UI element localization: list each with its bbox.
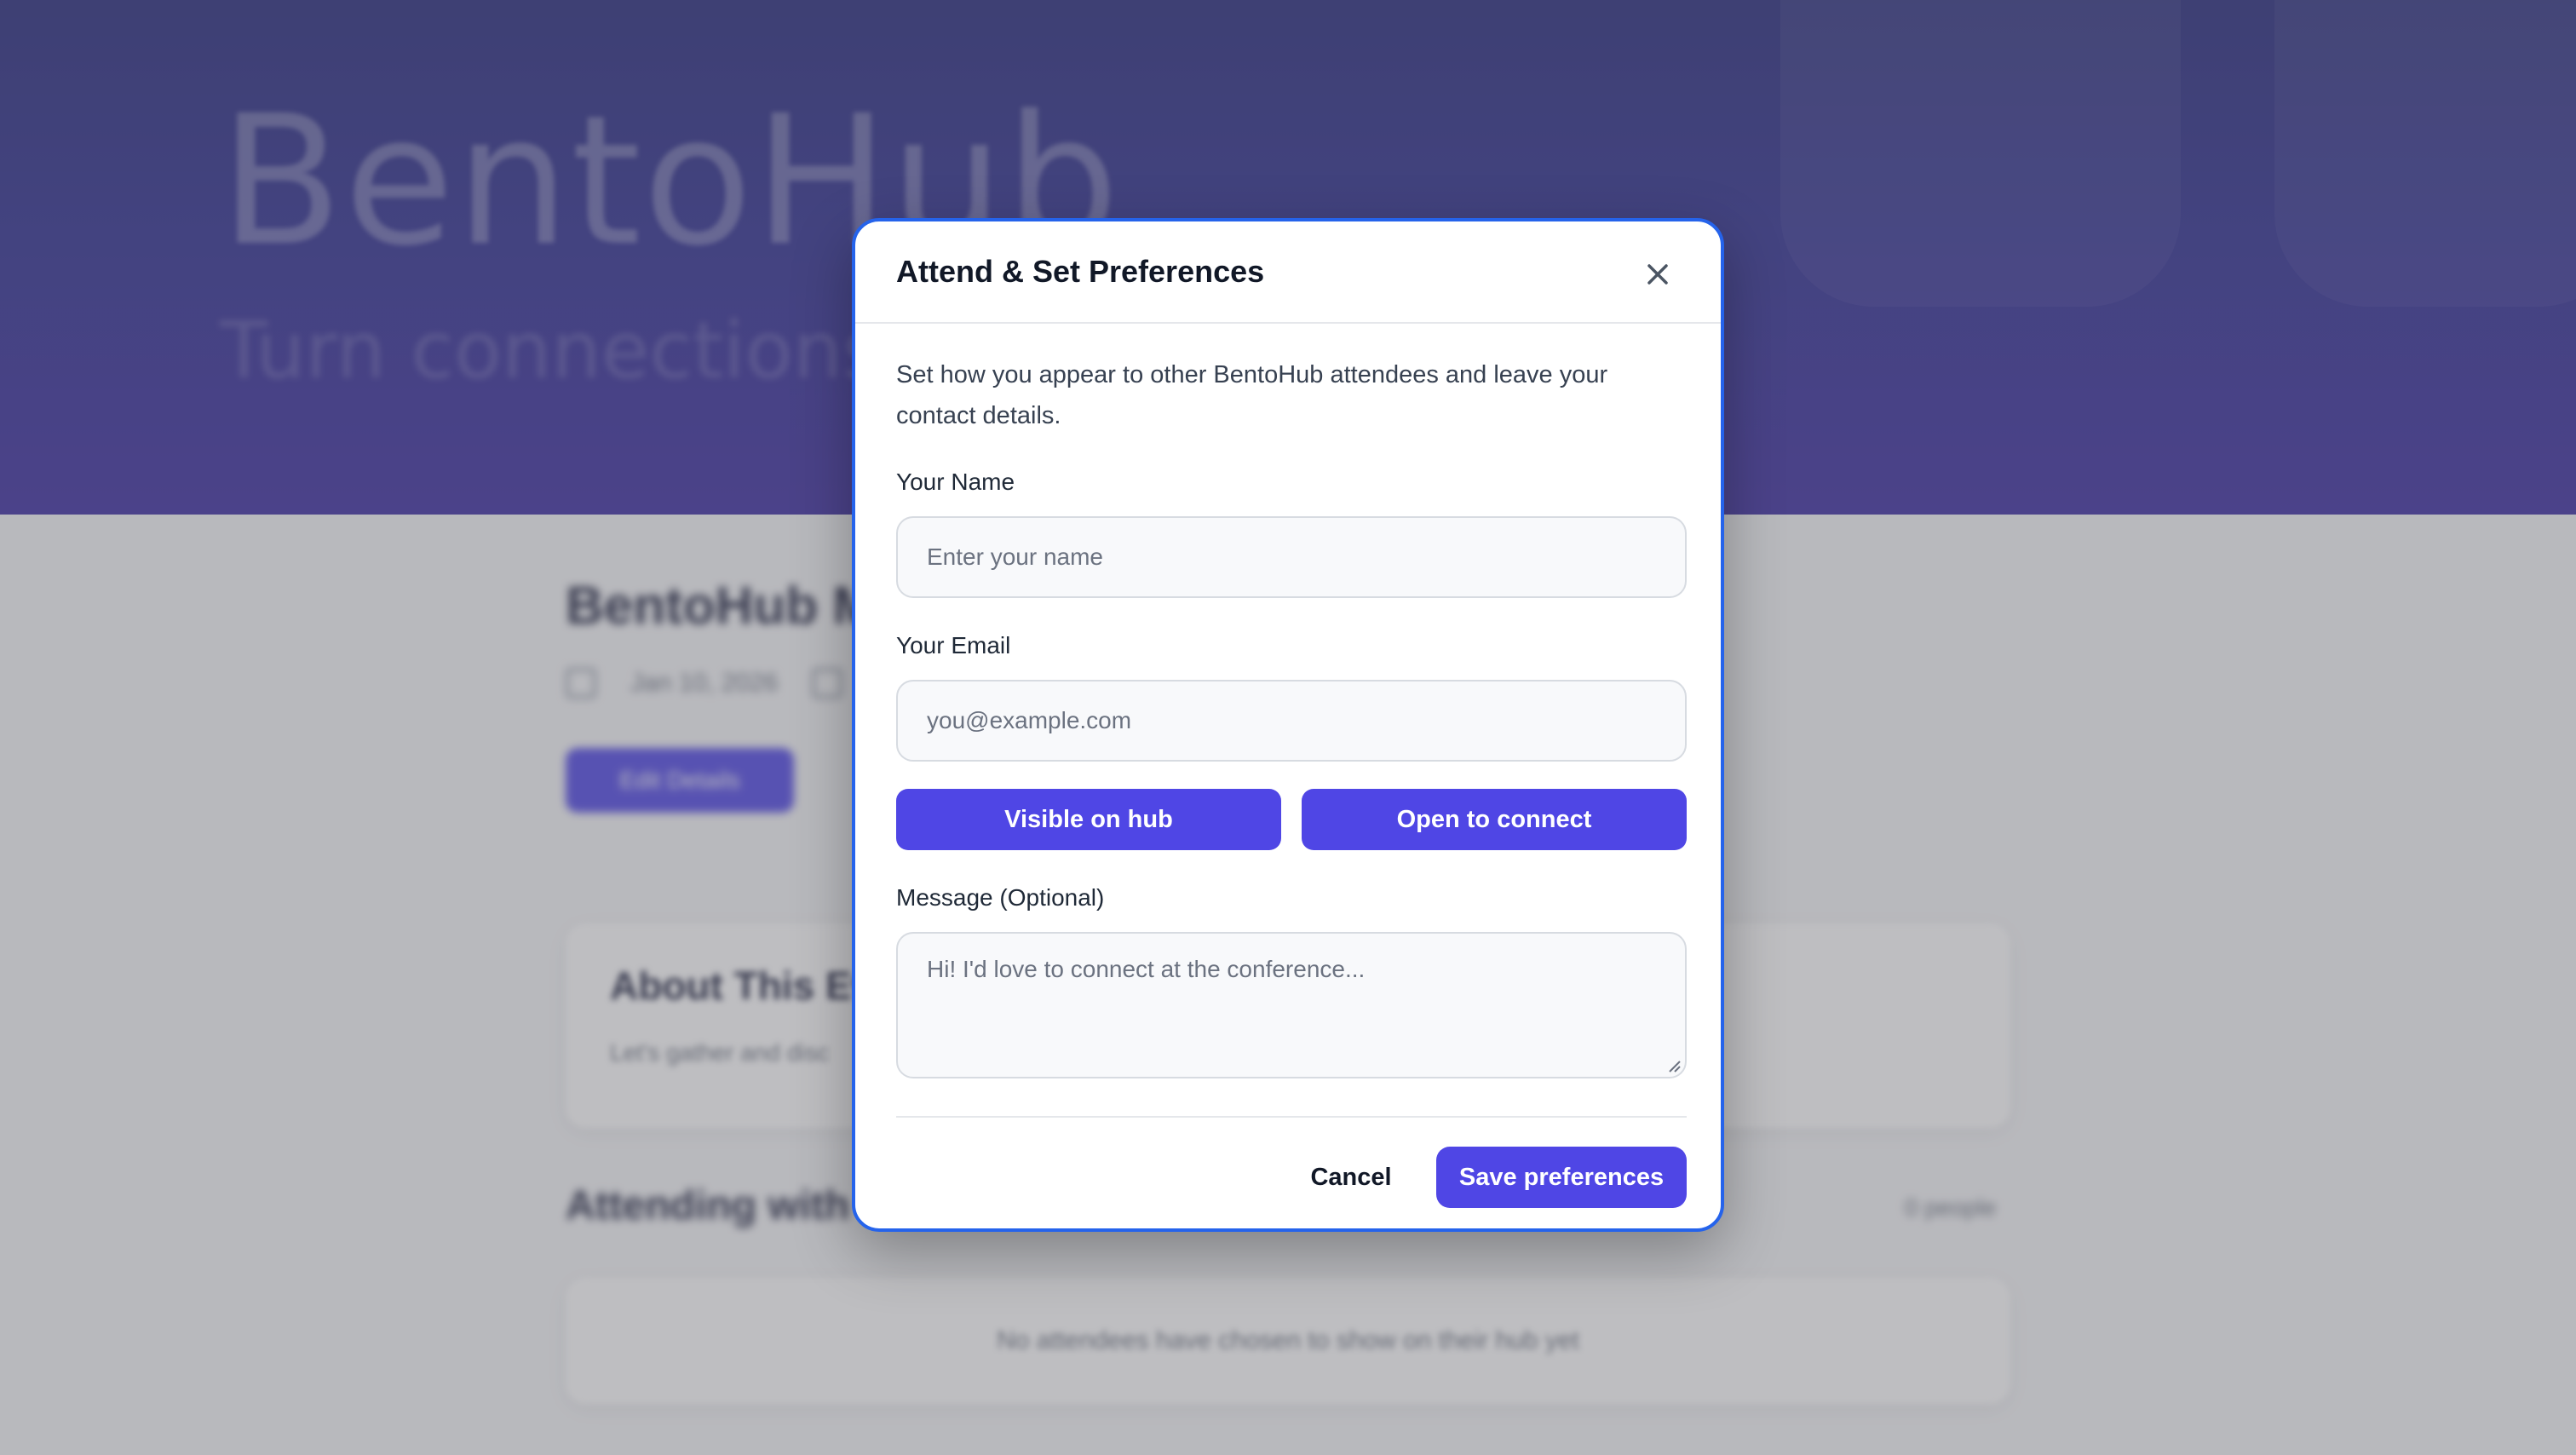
dialog-title: Attend & Set Preferences xyxy=(896,254,1265,289)
email-label: Your Email xyxy=(896,632,1011,658)
dialog-description: Set how you appear to other BentoHub att… xyxy=(896,361,1608,429)
message-textarea[interactable] xyxy=(896,932,1687,1078)
message-label: Message (Optional) xyxy=(896,884,1105,911)
open-to-connect-button[interactable]: Open to connect xyxy=(1302,789,1687,850)
visible-on-hub-button[interactable]: Visible on hub xyxy=(896,789,1281,850)
close-button[interactable] xyxy=(1637,254,1678,295)
close-icon xyxy=(1647,264,1668,285)
name-input[interactable] xyxy=(896,516,1687,598)
attend-preferences-dialog: Attend & Set Preferences Set how you app… xyxy=(852,218,1724,1232)
resize-handle-icon[interactable] xyxy=(1666,1058,1682,1073)
email-input[interactable] xyxy=(896,680,1687,762)
save-preferences-button[interactable]: Save preferences xyxy=(1436,1147,1687,1208)
name-label: Your Name xyxy=(896,469,1015,495)
footer-divider xyxy=(896,1116,1687,1118)
dialog-header: Attend & Set Preferences xyxy=(855,221,1721,324)
cancel-button[interactable]: Cancel xyxy=(1288,1147,1414,1208)
